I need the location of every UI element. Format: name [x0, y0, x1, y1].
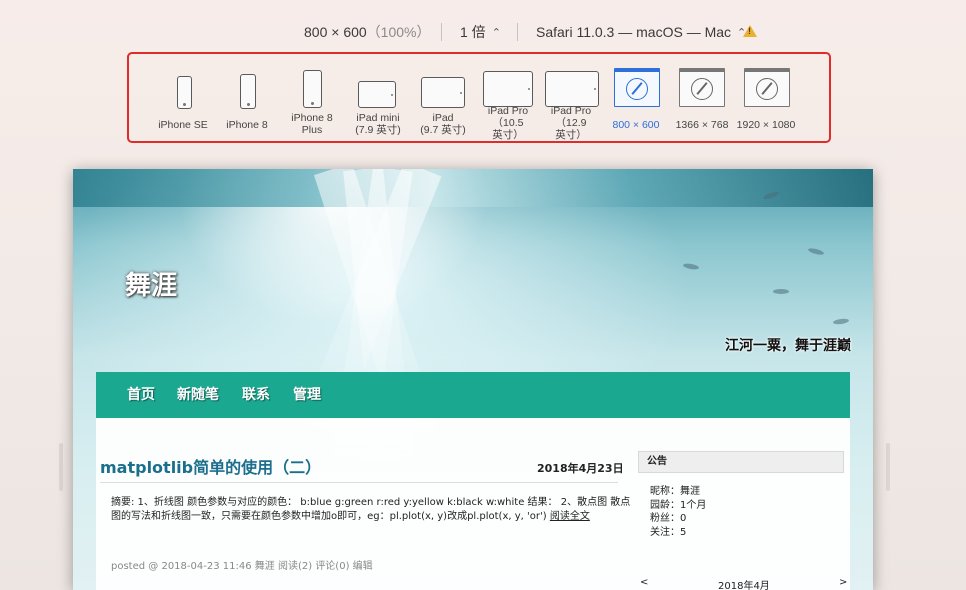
divider [100, 482, 618, 483]
page-preview: 舞涯 江河一粟，舞于涯巅 首页 新随笔 联系 管理 matplotlib简单的使… [73, 169, 873, 590]
scale-selector[interactable]: 1 倍 ⌃ [460, 18, 501, 46]
nav-home[interactable]: 首页 [127, 372, 155, 418]
phone-icon [240, 74, 256, 109]
calendar-month: 2018年4月 [718, 581, 770, 590]
scale-value: 1 倍 [460, 24, 486, 40]
phone-icon [177, 76, 192, 109]
desktop-preview [614, 68, 660, 107]
phone-icon [303, 70, 322, 108]
desktop-preview [679, 68, 725, 107]
header-top-band [73, 169, 873, 207]
read-more-link[interactable]: 阅读全文 [550, 511, 590, 522]
user-agent-value: Safari 11.0.3 — macOS — Mac [536, 24, 732, 40]
dimensions-readout: 800 × 600（100%） [304, 18, 430, 46]
resize-handle-left[interactable] [59, 443, 63, 491]
user-agent-selector[interactable]: Safari 11.0.3 — macOS — Mac ⌃ [536, 18, 746, 46]
tablet-icon [358, 81, 396, 108]
blog-nav: 首页 新随笔 联系 管理 [96, 372, 850, 418]
tablet-icon [545, 71, 599, 107]
info-followers[interactable]: 粉丝：0 [650, 512, 706, 526]
warning-icon[interactable]: ! [743, 25, 757, 37]
zoom-percent: （100%） [366, 24, 431, 40]
post-date: 2018年4月23日 [537, 462, 624, 475]
desktop-preview [744, 68, 790, 107]
sidebar-heading: 公告 [638, 451, 844, 473]
blog-subtitle: 江河一粟，舞于涯巅 [725, 338, 851, 354]
toolbar-divider [441, 23, 442, 41]
toolbar-divider [517, 23, 518, 41]
compass-icon [691, 78, 713, 100]
post-footer: posted @ 2018-04-23 11:46 舞涯 阅读(2) 评论(0)… [111, 561, 373, 572]
chevron-updown-icon: ⌃ [491, 27, 501, 39]
calendar-next-button[interactable]: > [839, 577, 847, 588]
device-label: 1920 × 1080 [736, 119, 796, 131]
resize-handle-right[interactable] [886, 443, 890, 491]
info-age[interactable]: 园龄：1个月 [650, 499, 706, 513]
blog-title[interactable]: 舞涯 [125, 265, 177, 302]
nav-admin[interactable]: 管理 [293, 372, 321, 418]
sidebar-info: 昵称：舞涯 园龄：1个月 粉丝：0 关注：5 [650, 485, 706, 539]
edit-link[interactable]: 编辑 [353, 561, 373, 572]
calendar-prev-button[interactable]: < [640, 577, 648, 588]
post-title-link[interactable]: matplotlib简单的使用（二） [100, 454, 321, 478]
tablet-icon [421, 77, 465, 108]
dimensions-value: 800 × 600 [304, 24, 367, 40]
nav-new-post[interactable]: 新随笔 [177, 372, 219, 418]
nav-contact[interactable]: 联系 [242, 372, 270, 418]
tablet-icon [483, 71, 533, 107]
blog-content: matplotlib简单的使用（二） 2018年4月23日 摘要: 1、折线图 … [96, 418, 850, 590]
post-summary: 摘要: 1、折线图 颜色参数与对应的颜色： b:blue g:green r:r… [111, 496, 631, 524]
compass-icon [626, 78, 648, 100]
comments-link[interactable]: 评论(0) [315, 561, 349, 572]
reads-link[interactable]: 阅读(2) [278, 561, 312, 572]
info-nickname[interactable]: 昵称：舞涯 [650, 485, 706, 499]
info-following[interactable]: 关注：5 [650, 526, 706, 540]
compass-icon [756, 78, 778, 100]
author-link[interactable]: 舞涯 [255, 561, 275, 572]
responsive-toolbar: 800 × 600（100%） 1 倍 ⌃ Safari 11.0.3 — mac… [0, 18, 966, 46]
device-presets: iPhone SE iPhone 8 iPhone 8 Plus iPad min… [127, 52, 831, 143]
